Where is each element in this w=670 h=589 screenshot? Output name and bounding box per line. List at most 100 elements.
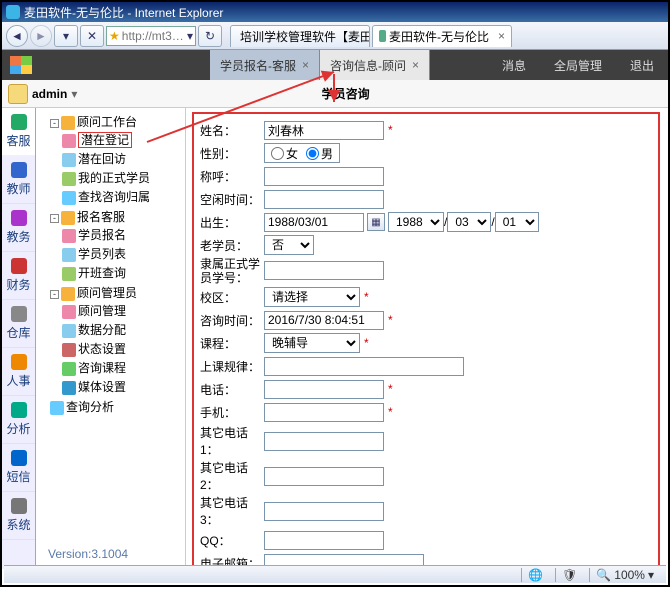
- old-select[interactable]: 否: [264, 235, 314, 255]
- tree-node[interactable]: 顾问管理: [62, 301, 183, 320]
- other1-input[interactable]: [264, 432, 384, 451]
- close-icon[interactable]: ×: [302, 58, 309, 72]
- gender-male[interactable]: 男: [306, 145, 333, 162]
- tree-label: 查询分析: [66, 400, 114, 414]
- search-icon: [50, 401, 64, 415]
- tab-enroll[interactable]: 学员报名-客服 ×: [210, 50, 320, 80]
- admin-badge[interactable]: admin ▾: [2, 84, 83, 104]
- tab-label: 学员报名-客服: [220, 57, 296, 74]
- gender-group: 女 男: [264, 143, 340, 163]
- tree-node[interactable]: -顾问工作台 潜在登记 潜在回访 我的正式学员 查找咨询归属: [50, 112, 183, 207]
- required-mark: *: [388, 405, 393, 419]
- course-select[interactable]: 晚辅导: [264, 333, 360, 353]
- consult-time-input[interactable]: [264, 311, 384, 330]
- required-mark: *: [388, 313, 393, 327]
- tree-node[interactable]: 数据分配: [62, 320, 183, 339]
- tree-node[interactable]: 我的正式学员: [62, 168, 183, 187]
- qq-input[interactable]: [264, 531, 384, 550]
- rail-item[interactable]: 仓库: [2, 300, 35, 348]
- formal-input[interactable]: [264, 261, 384, 280]
- rail-icon: [11, 498, 27, 514]
- close-icon[interactable]: ×: [498, 29, 505, 43]
- close-icon[interactable]: ×: [412, 58, 419, 72]
- gender-female[interactable]: 女: [271, 145, 298, 162]
- nav-dropdown[interactable]: ▾: [54, 25, 78, 47]
- rail-icon: [11, 162, 27, 178]
- rail-item[interactable]: 客服: [2, 108, 35, 156]
- zoom-icon: 🔍: [596, 568, 611, 582]
- form-highlight: 姓名：* 性别： 女 男 称呼： 空闲时间： 出生： ▦ 1988 / 03 /…: [192, 112, 660, 569]
- tree-node[interactable]: 状态设置: [62, 339, 183, 358]
- birth-input[interactable]: [264, 213, 364, 232]
- tree-label: 潜在登记: [78, 132, 132, 148]
- birth-year-select[interactable]: 1988: [388, 212, 444, 232]
- rail-item[interactable]: 教师: [2, 156, 35, 204]
- mobile-input[interactable]: [264, 403, 384, 422]
- rail-item[interactable]: 财务: [2, 252, 35, 300]
- label-name: 姓名：: [200, 122, 264, 139]
- nav-stop-button[interactable]: ✕: [80, 25, 104, 47]
- collapse-icon[interactable]: -: [50, 214, 59, 223]
- label-course: 课程：: [200, 335, 264, 352]
- label-qq: QQ：: [200, 532, 264, 549]
- other2-input[interactable]: [264, 467, 384, 486]
- version-label: Version:3.1004: [48, 547, 128, 561]
- tree-label: 学员报名: [78, 228, 126, 242]
- tree-node[interactable]: - 报名客服 学员报名 学员列表 开班查询: [50, 207, 183, 283]
- list-icon: [62, 248, 76, 262]
- tree-node[interactable]: 潜在回访: [62, 149, 183, 168]
- label-birth: 出生：: [200, 214, 264, 231]
- rail-item[interactable]: 教务: [2, 204, 35, 252]
- other3-input[interactable]: [264, 502, 384, 521]
- tree-label: 媒体设置: [78, 380, 126, 394]
- callback-icon: [62, 153, 76, 167]
- tree-node[interactable]: 潜在登记: [62, 130, 183, 149]
- tree-node[interactable]: 学员报名: [62, 225, 183, 244]
- nick-input[interactable]: [264, 167, 384, 186]
- birth-day-select[interactable]: 01: [495, 212, 539, 232]
- tree-label: 报名客服: [77, 210, 125, 224]
- tree-node[interactable]: 查找咨询归属: [62, 187, 183, 206]
- exit-button[interactable]: 退出: [616, 50, 668, 80]
- protected-icon: 🛡: [562, 568, 577, 582]
- collapse-icon[interactable]: -: [50, 119, 59, 128]
- label-phone: 电话：: [200, 381, 264, 398]
- tree-node[interactable]: 开班查询: [62, 263, 183, 282]
- rule-input[interactable]: [264, 357, 464, 376]
- zoom-control[interactable]: 🔍100% ▾: [589, 568, 660, 582]
- phone-input[interactable]: [264, 380, 384, 399]
- tree-node[interactable]: 学员列表: [62, 244, 183, 263]
- browser-tab[interactable]: 培训学校管理软件【麦田官…: [230, 25, 370, 47]
- name-input[interactable]: [264, 121, 384, 140]
- tree-node[interactable]: 咨询课程: [62, 358, 183, 377]
- tree-label: 开班查询: [78, 266, 126, 280]
- rail-item[interactable]: 系统: [2, 492, 35, 540]
- address-bar[interactable]: ★ http://mt3… ▾: [106, 26, 196, 46]
- tree-node[interactable]: 查询分析: [50, 397, 183, 416]
- user-icon: [8, 84, 28, 104]
- rail-icon: [11, 114, 27, 130]
- rail-label: 短信: [6, 468, 30, 485]
- tree-node[interactable]: -顾问管理员 顾问管理 数据分配 状态设置 咨询课程 媒体设置: [50, 283, 183, 397]
- collapse-icon[interactable]: -: [50, 290, 59, 299]
- global-button[interactable]: 全局管理: [540, 50, 616, 80]
- rail-item[interactable]: 分析: [2, 396, 35, 444]
- required-mark: *: [364, 336, 369, 350]
- status-seg: 🛡: [555, 568, 583, 582]
- nav-back-button[interactable]: ◄: [6, 25, 28, 47]
- msg-button[interactable]: 消息: [488, 50, 540, 80]
- nav-rail: 客服 教师 教务 财务 仓库 人事 分析 短信 系统: [2, 108, 36, 569]
- campus-select[interactable]: 请选择: [264, 287, 360, 307]
- label-other1: 其它电话1：: [200, 424, 264, 458]
- free-input[interactable]: [264, 190, 384, 209]
- refresh-button[interactable]: ↻: [198, 25, 222, 47]
- label-ctime: 咨询时间：: [200, 312, 264, 329]
- nav-fwd-button[interactable]: ►: [30, 25, 52, 47]
- calendar-icon[interactable]: ▦: [367, 213, 385, 231]
- tab-consult[interactable]: 咨询信息-顾问×: [320, 50, 430, 80]
- tree-node[interactable]: 媒体设置: [62, 377, 183, 396]
- browser-tab[interactable]: 麦田软件-无与伦比×: [372, 25, 512, 47]
- birth-month-select[interactable]: 03: [447, 212, 491, 232]
- rail-item[interactable]: 短信: [2, 444, 35, 492]
- rail-item[interactable]: 人事: [2, 348, 35, 396]
